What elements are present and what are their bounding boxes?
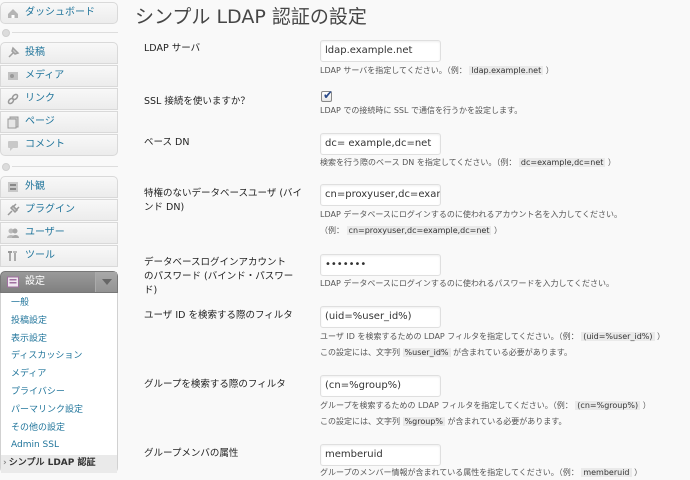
- user-filter-label: ユーザ ID を検索する際のフィルタ: [144, 310, 293, 321]
- ssl-checkbox[interactable]: ✔: [321, 88, 334, 102]
- menu-plugins[interactable]: プラグイン: [0, 199, 118, 221]
- submenu-misc[interactable]: その他の設定: [1, 420, 117, 438]
- ldap-server-input[interactable]: ldap.example.net: [320, 40, 441, 62]
- menu-toggle-arrow[interactable]: [95, 272, 117, 292]
- menu-appearance[interactable]: 外観: [0, 176, 118, 198]
- member-attribute-label: グループメンバの属性: [144, 448, 239, 459]
- submenu-admin-ssl[interactable]: Admin SSL: [1, 437, 117, 455]
- bind-password-description: LDAP データベースにログインするのに使われるパスワードを入力してください。: [320, 279, 615, 288]
- submenu-simple-ldap[interactable]: シンプル LDAP 認証: [1, 455, 117, 473]
- example-code: %user_id%: [402, 348, 451, 357]
- member-attribute-input[interactable]: memberuid: [320, 444, 441, 466]
- example-code: cn=proxyuser,dc=example,dc=net: [346, 226, 492, 235]
- link-icon: [7, 93, 19, 105]
- example-code: %group%: [402, 417, 445, 426]
- submenu-reading[interactable]: 表示設定: [1, 331, 117, 349]
- menu-dashboard[interactable]: ダッシュボード: [0, 2, 118, 24]
- bind-dn-description: LDAP データベースにログインするのに使われるアカウント名を入力してください。: [320, 210, 623, 219]
- menu-settings[interactable]: 設定: [0, 271, 118, 293]
- submenu-permalinks[interactable]: パーマリンク設定: [1, 402, 117, 420]
- menu-dashboard-label: ダッシュボード: [25, 7, 95, 18]
- group-filter-label: グループを検索する際のフィルタ: [144, 379, 286, 390]
- menu-pages-label: ページ: [25, 116, 55, 127]
- group-filter-input[interactable]: (cn=%group%): [320, 375, 441, 397]
- submenu-writing[interactable]: 投稿設定: [1, 313, 117, 331]
- menu-appearance-label: 外観: [25, 181, 45, 192]
- chevron-down-icon: [102, 279, 112, 285]
- example-code: ldap.example.net: [469, 66, 544, 75]
- bind-dn-label: 特権のないデータベースユーザ (バインド DN): [144, 188, 303, 213]
- menu-comments-label: コメント: [25, 139, 65, 150]
- bind-password-input[interactable]: •••••••: [320, 254, 441, 276]
- submenu-discussion[interactable]: ディスカッション: [1, 348, 117, 366]
- user-filter-description: ユーザ ID を検索するための LDAP フィルタを指定してください。（例： (…: [320, 332, 666, 341]
- bind-password-label: データベースログインアカウントのパスワード (バインド・パスワード): [144, 257, 294, 296]
- ssl-label: SSL 接続を使いますか？: [144, 96, 250, 107]
- menu-plugins-label: プラグイン: [25, 204, 75, 215]
- menu-separator[interactable]: [0, 160, 118, 174]
- pages-icon: [7, 116, 19, 129]
- menu-media-label: メディア: [25, 70, 65, 81]
- group-filter-description: グループを検索するための LDAP フィルタを指定してください。（例： (cn=…: [320, 401, 651, 410]
- ldap-server-description: LDAP サーバを指定してください。（例： ldap.example.net ）: [320, 66, 554, 75]
- example-code: dc=example,dc=net: [518, 158, 606, 167]
- media-icon: [8, 72, 18, 80]
- settings-submenu: 一般 投稿設定 表示設定 ディスカッション メディア プライバシー パーマリンク…: [0, 293, 118, 473]
- users-icon: [7, 228, 19, 238]
- tools-icon: [8, 251, 17, 261]
- menu-links-label: リンク: [25, 93, 55, 104]
- menu-separator[interactable]: [0, 26, 118, 40]
- page-title: シンプル LDAP 認証の設定: [135, 6, 367, 28]
- plug-icon: [7, 203, 20, 216]
- ssl-description: LDAP での接続時に SSL で通信を行うかを設定します。: [320, 106, 523, 115]
- checkmark-icon: ✔: [323, 88, 334, 102]
- user-filter-requirement: この設定には、文字列 %user_id% が含まれている必要があります。: [320, 348, 573, 357]
- menu-pages[interactable]: ページ: [0, 111, 118, 133]
- menu-posts-label: 投稿: [25, 47, 45, 58]
- settings-icon: [7, 276, 19, 288]
- submenu-privacy[interactable]: プライバシー: [1, 384, 117, 402]
- menu-tools[interactable]: ツール: [0, 245, 118, 267]
- ldap-server-label: LDAP サーバ: [144, 43, 201, 54]
- submenu-media[interactable]: メディア: [1, 366, 117, 384]
- base-dn-input[interactable]: dc= example,dc=net: [320, 133, 441, 155]
- base-dn-description: 検索を行う際のベース DN を指定してください。（例： dc=example,d…: [320, 158, 616, 167]
- menu-comments[interactable]: コメント: [0, 134, 118, 156]
- appearance-icon: [8, 182, 18, 192]
- member-attribute-description: グループのメンバー情報が含まれている属性を指定してください。（例： member…: [320, 468, 643, 477]
- pushpin-icon: [8, 46, 20, 58]
- base-dn-label: ベース DN: [144, 137, 190, 148]
- submenu-general[interactable]: 一般: [1, 295, 117, 313]
- menu-tools-label: ツール: [25, 250, 55, 261]
- menu-users-label: ユーザー: [25, 227, 65, 238]
- menu-media[interactable]: メディア: [0, 65, 118, 87]
- bind-dn-input[interactable]: cn=proxyuser,dc=example,dc=net: [320, 184, 441, 206]
- comment-icon: [8, 141, 18, 151]
- admin-menu: ダッシュボード 投稿 メディア リンク ページ コメント 外観 プラグイン ユー…: [0, 0, 118, 480]
- menu-users[interactable]: ユーザー: [0, 222, 118, 244]
- example-code: (cn=%group%): [575, 401, 641, 410]
- menu-settings-label: 設定: [25, 276, 45, 287]
- user-filter-input[interactable]: (uid=%user_id%): [320, 306, 441, 328]
- bind-dn-example: （例： cn=proxyuser,dc=example,dc=net ）: [320, 226, 503, 235]
- menu-links[interactable]: リンク: [0, 88, 118, 110]
- menu-posts[interactable]: 投稿: [0, 42, 118, 64]
- group-filter-requirement: この設定には、文字列 %group% が含まれている必要があります。: [320, 417, 567, 426]
- dashboard-icon: [8, 9, 18, 18]
- example-code: (uid=%user_id%): [581, 332, 655, 341]
- example-code: memberuid: [581, 468, 632, 477]
